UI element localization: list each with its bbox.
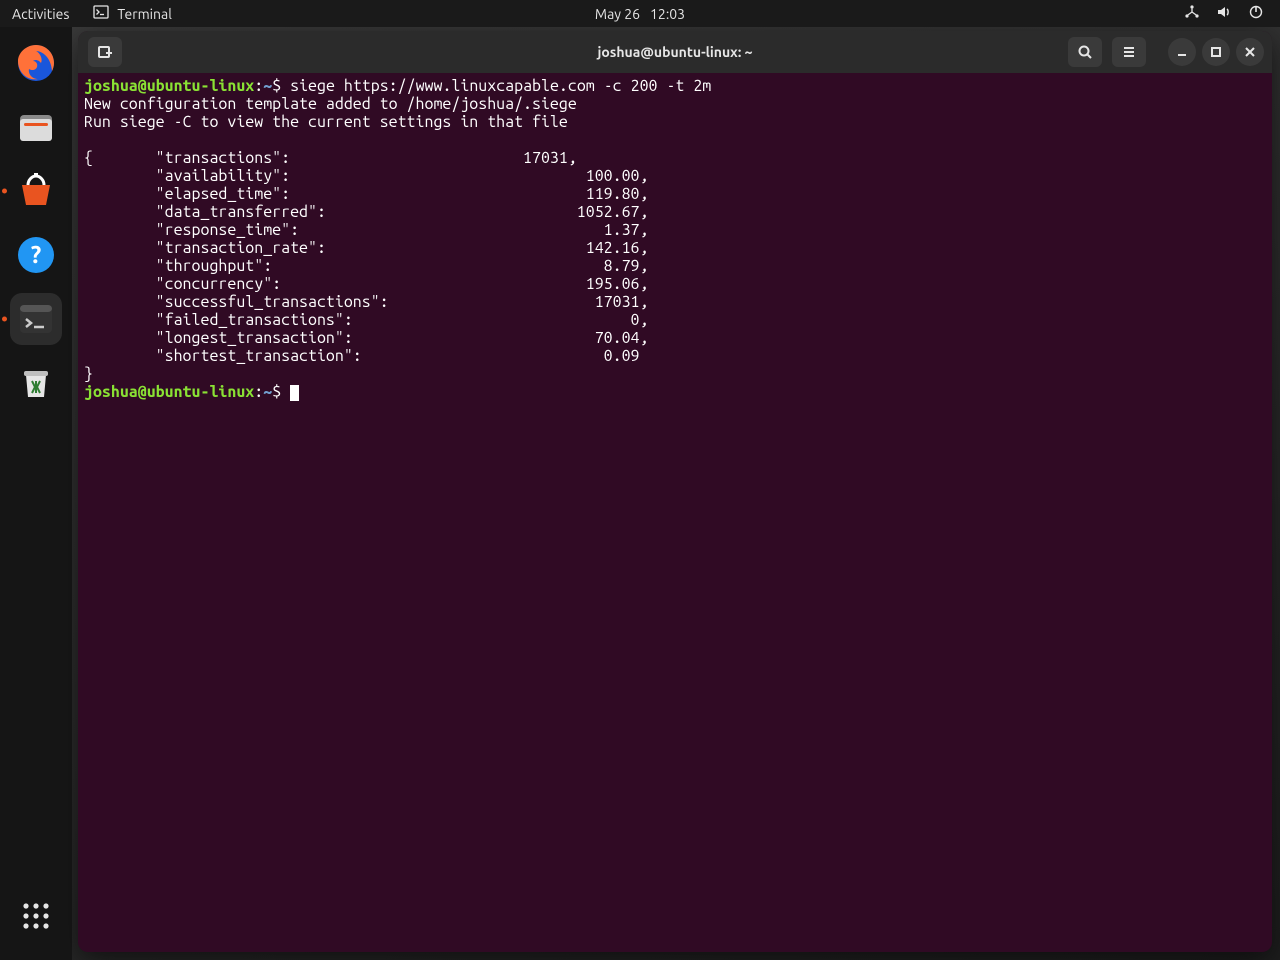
- dock-trash[interactable]: [10, 357, 62, 409]
- clock-area[interactable]: May 26 12:03: [595, 6, 685, 22]
- terminal-icon: [93, 4, 109, 23]
- gnome-top-bar: Activities Terminal May 26 12:03: [0, 0, 1280, 27]
- terminal-cursor: [290, 385, 299, 401]
- network-icon[interactable]: [1184, 4, 1200, 23]
- close-button[interactable]: [1236, 38, 1264, 66]
- date-label: May 26: [595, 6, 640, 22]
- window-titlebar[interactable]: joshua@ubuntu-linux: ~: [78, 31, 1272, 73]
- new-tab-button[interactable]: [88, 37, 122, 67]
- activities-label: Activities: [12, 6, 69, 22]
- show-applications-button[interactable]: [10, 890, 62, 942]
- search-button[interactable]: [1068, 37, 1102, 67]
- dock-help[interactable]: ?: [10, 229, 62, 281]
- desktop-area: joshua@ubuntu-linux: ~: [72, 27, 1280, 960]
- window-title: joshua@ubuntu-linux: ~: [597, 44, 752, 60]
- minimize-button[interactable]: [1168, 38, 1196, 66]
- svg-text:?: ?: [31, 241, 42, 268]
- hamburger-menu-button[interactable]: [1112, 37, 1146, 67]
- maximize-button[interactable]: [1202, 38, 1230, 66]
- activities-button[interactable]: Activities: [12, 6, 69, 22]
- time-label: 12:03: [650, 6, 685, 22]
- dock-software[interactable]: [10, 165, 62, 217]
- volume-icon[interactable]: [1216, 4, 1232, 23]
- terminal-output[interactable]: joshua@ubuntu-linux:~$ siege https://www…: [78, 73, 1272, 952]
- dock-firefox[interactable]: [10, 37, 62, 89]
- ubuntu-dock: ?: [0, 27, 72, 960]
- power-icon[interactable]: [1248, 4, 1264, 23]
- terminal-window: joshua@ubuntu-linux: ~: [78, 31, 1272, 952]
- running-indicator-icon: [2, 189, 7, 194]
- app-menu-label: Terminal: [117, 6, 172, 22]
- dock-terminal[interactable]: [10, 293, 62, 345]
- app-menu[interactable]: Terminal: [93, 4, 172, 23]
- running-indicator-icon: [2, 317, 7, 322]
- dock-files[interactable]: [10, 101, 62, 153]
